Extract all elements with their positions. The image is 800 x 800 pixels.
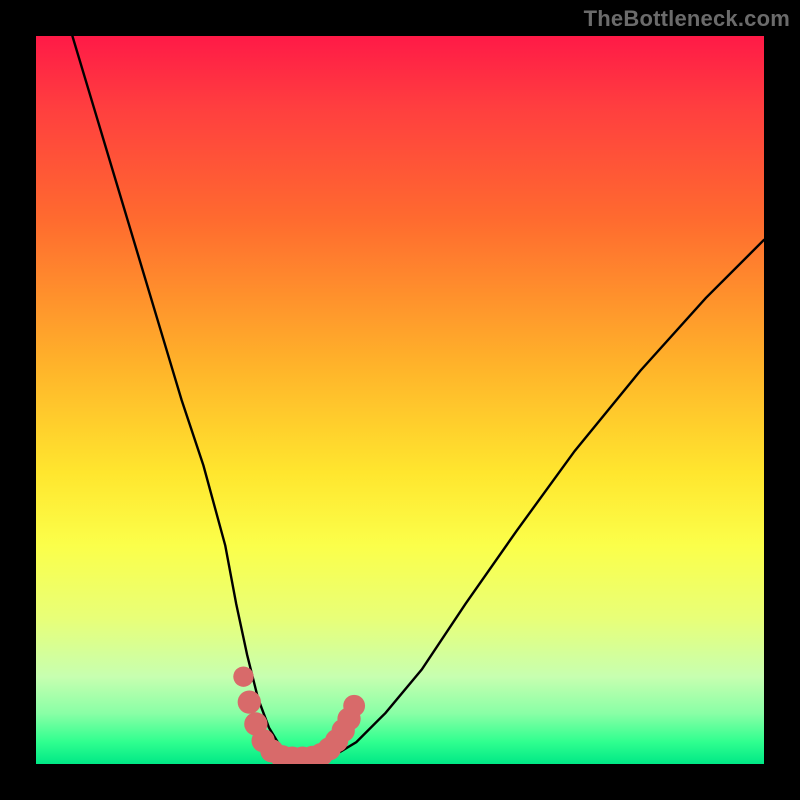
chart-svg <box>36 36 764 764</box>
marker-dot <box>343 695 365 717</box>
watermark-text: TheBottleneck.com <box>584 6 790 32</box>
marker-dot <box>238 690 261 713</box>
bottleneck-curve <box>72 36 764 758</box>
marker-dot <box>233 666 253 686</box>
plot-area <box>36 36 764 764</box>
chart-frame: TheBottleneck.com <box>0 0 800 800</box>
